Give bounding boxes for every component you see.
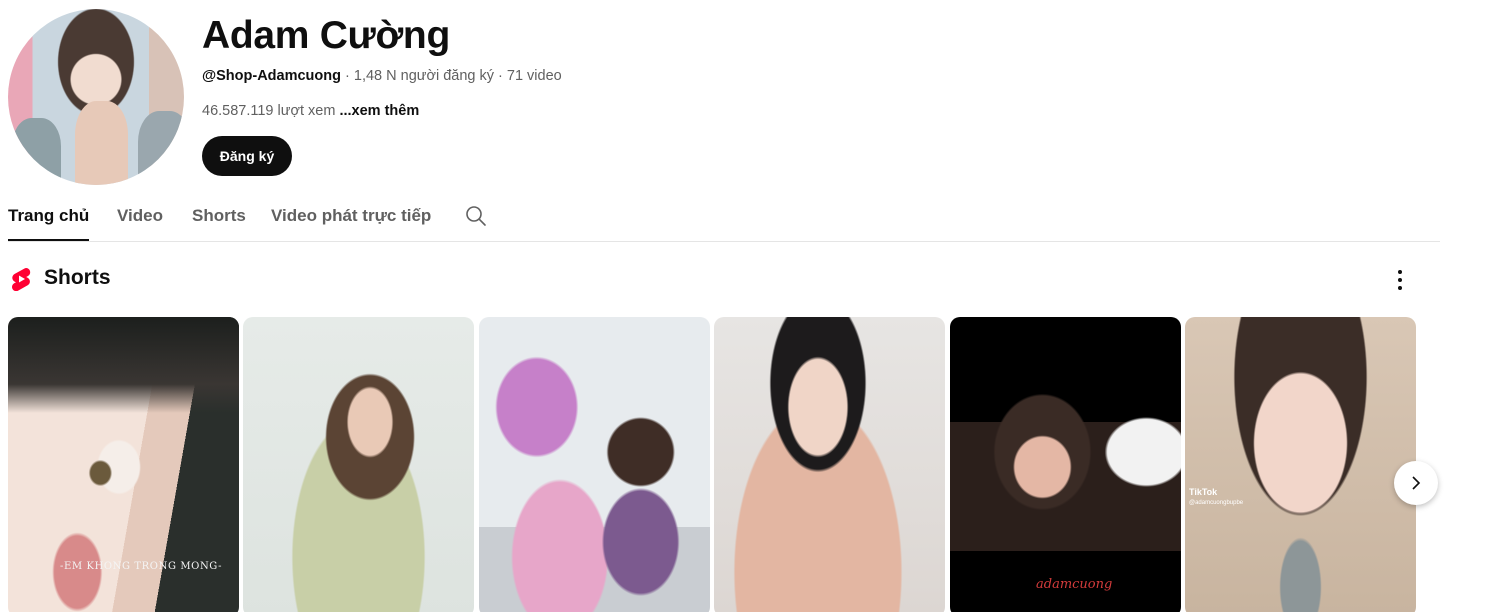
next-arrow-button[interactable]	[1394, 461, 1438, 505]
shorts-icon	[12, 268, 31, 291]
more-vert-icon[interactable]	[1388, 266, 1412, 292]
thumbnail-caption: adamcuong	[1036, 577, 1113, 592]
chevron-right-icon	[1412, 476, 1421, 490]
view-count: 46.587.119 lượt xem	[202, 103, 340, 119]
search-icon[interactable]	[464, 204, 488, 228]
channel-meta: @Shop-Adamcuong · 1,48 N người đăng ký ·…	[202, 68, 562, 84]
short-thumbnail[interactable]: adamcuong	[950, 317, 1181, 612]
short-thumbnail[interactable]	[714, 317, 945, 612]
shorts-section-header: Shorts	[8, 262, 1428, 296]
tiktok-handle: @adamcuongbupbe	[1189, 500, 1244, 506]
tab-live[interactable]: Video phát trực tiếp	[271, 194, 431, 241]
shorts-shelf: -EM KHONG TRONG MONG- adamcuong TikTok @…	[8, 317, 1418, 612]
avatar-figure	[11, 118, 61, 185]
tab-videos[interactable]: Video	[117, 194, 163, 241]
channel-avatar[interactable]	[8, 9, 184, 185]
channel-description[interactable]: 46.587.119 lượt xem ...xem thêm	[202, 103, 419, 119]
tab-shorts[interactable]: Shorts	[192, 194, 246, 241]
avatar-figure	[138, 111, 184, 185]
avatar-figure	[74, 100, 128, 185]
short-thumbnail[interactable]: -EM KHONG TRONG MONG-	[8, 317, 239, 612]
channel-handle: @Shop-Adamcuong	[202, 68, 341, 84]
channel-tabs: Trang chủ Video Shorts Video phát trực t…	[8, 194, 1440, 242]
tiktok-watermark: TikTok	[1189, 487, 1218, 497]
see-more-link[interactable]: ...xem thêm	[339, 103, 419, 119]
subscribe-button[interactable]: Đăng ký	[202, 136, 292, 176]
section-title: Shorts	[44, 266, 111, 289]
channel-name: Adam Cường	[202, 14, 450, 57]
tab-home[interactable]: Trang chủ	[8, 194, 90, 241]
thumbnail-caption: -EM KHONG TRONG MONG-	[60, 561, 223, 572]
short-thumbnail[interactable]	[243, 317, 474, 612]
channel-stats: · 1,48 N người đăng ký · 71 video	[341, 68, 562, 84]
short-thumbnail[interactable]: TikTok @adamcuongbupbe	[1185, 317, 1416, 612]
short-thumbnail[interactable]	[479, 317, 710, 612]
